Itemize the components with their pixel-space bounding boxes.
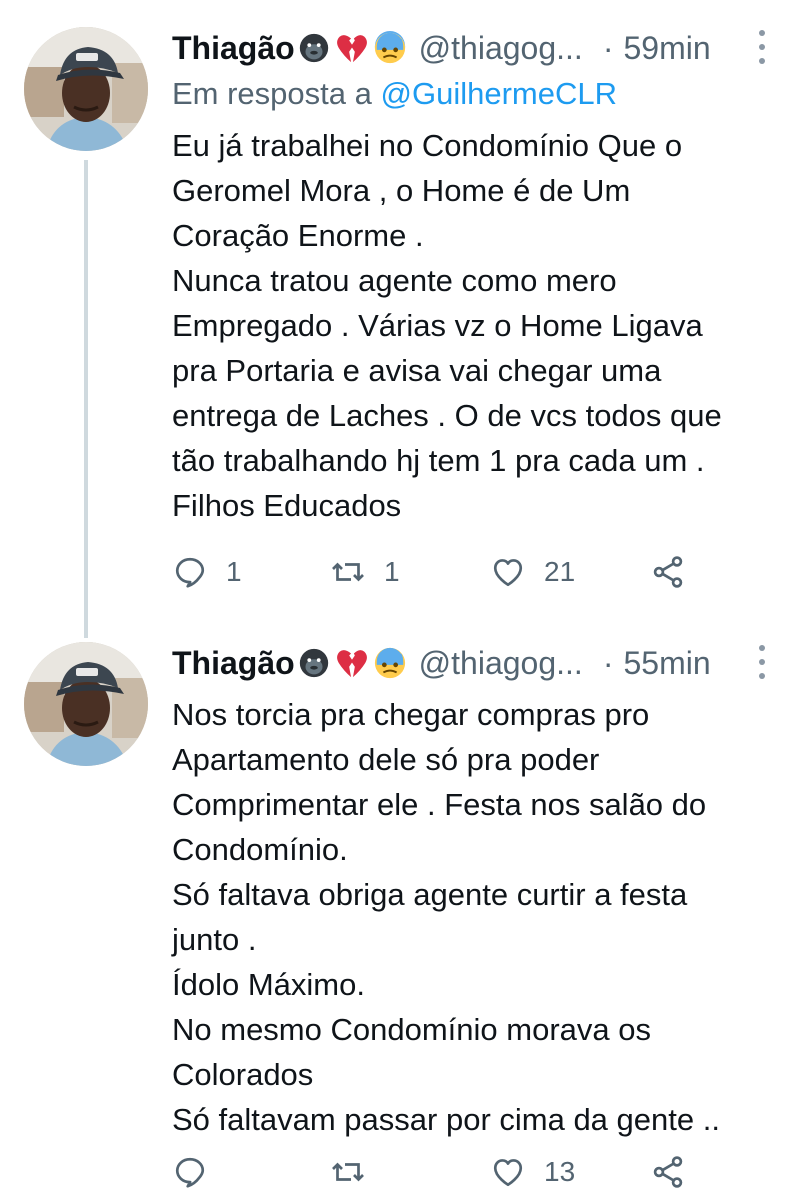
tweet-text-line: junto .	[172, 922, 257, 957]
tweet-text-line: Empregado . Várias vz o Home Ligava	[172, 308, 703, 343]
like-count: 21	[544, 556, 576, 587]
thread-connector-line	[84, 160, 88, 638]
reply-button[interactable]	[172, 1152, 226, 1192]
tweet-text-line: Geromel Mora , o Home é de Um	[172, 173, 631, 208]
tweet-text-line: tão trabalhando hj tem 1 pra cada um .	[172, 443, 705, 478]
share-icon	[653, 1156, 683, 1188]
reply-context: Em resposta a @GuilhermeCLR	[172, 76, 617, 112]
more-options-icon[interactable]	[758, 645, 766, 679]
retweet-count: 1	[384, 556, 400, 587]
tweet-text: Eu já trabalhei no Condomínio Que o Gero…	[172, 123, 782, 528]
broken-heart-emoji-icon	[336, 650, 367, 678]
retweet-icon	[332, 562, 364, 582]
like-button[interactable]: 13	[490, 1152, 575, 1192]
avatar[interactable]	[24, 27, 148, 151]
reply-icon	[175, 557, 205, 588]
heart-icon	[493, 559, 523, 587]
retweet-button[interactable]: 1	[330, 552, 400, 592]
reply-icon	[175, 1157, 205, 1188]
retweet-button[interactable]	[330, 1152, 384, 1192]
tweet-text-line: Só faltava obriga agente curtir a festa	[172, 877, 688, 912]
tweet-text-line: Ídolo Máximo.	[172, 967, 365, 1002]
tweet-text-line: pra Portaria e avisa vai chegar uma	[172, 353, 662, 388]
author-handle[interactable]: @thiagog...	[419, 645, 583, 682]
tweet-text-line: Coração Enorme .	[172, 218, 424, 253]
tweet-1[interactable]: Thiagão @thiagog... · 59min Em resposta …	[0, 0, 808, 638]
avatar[interactable]	[24, 642, 148, 766]
separator-dot: ·	[602, 644, 614, 681]
tweet-text-line: Apartamento dele só pra poder	[172, 742, 600, 777]
tweet-text-line: Condomínio.	[172, 832, 348, 867]
avatar-photo	[24, 27, 148, 151]
tweet-timestamp[interactable]: 55min	[623, 645, 710, 682]
tweet-text-line: Colorados	[172, 1057, 314, 1092]
broken-heart-emoji-icon	[336, 35, 367, 63]
cold-sweat-face-emoji-icon	[374, 31, 405, 64]
gorilla-emoji-icon	[299, 648, 328, 678]
tweet-text-line: entrega de Laches . O de vcs todos que	[172, 398, 722, 433]
reply-button[interactable]: 1	[172, 552, 242, 592]
author-name[interactable]: Thiagão	[172, 30, 295, 67]
tweet-actions: 13	[172, 1152, 692, 1192]
share-icon	[653, 556, 683, 588]
avatar-photo	[24, 642, 148, 766]
tweet-2[interactable]: Thiagão @thiagog... · 55min Nos torcia p…	[0, 630, 808, 1200]
retweet-icon	[332, 1162, 364, 1182]
tweet-actions: 1 1 21	[172, 552, 692, 592]
tweet-text-line: No mesmo Condomínio morava os	[172, 1012, 651, 1047]
tweet-text-line: Comprimentar ele . Festa nos salão do	[172, 787, 707, 822]
tweet-text: Nos torcia pra chegar compras pro Aparta…	[172, 692, 782, 1142]
tweet-text-line: Nos torcia pra chegar compras pro	[172, 697, 650, 732]
share-button[interactable]	[650, 1152, 686, 1192]
tweet-text-line: Nunca tratou agente como mero	[172, 263, 617, 298]
author-handle[interactable]: @thiagog...	[419, 30, 583, 67]
more-options-icon[interactable]	[758, 30, 766, 64]
like-button[interactable]: 21	[490, 552, 575, 592]
tweet-timestamp[interactable]: 59min	[623, 30, 710, 67]
separator-dot: ·	[602, 29, 614, 66]
tweet-header: Thiagão @thiagog... · 55min	[172, 641, 782, 685]
reply-mention-link[interactable]: @GuilhermeCLR	[381, 76, 617, 111]
gorilla-emoji-icon	[299, 33, 328, 63]
share-button[interactable]	[650, 552, 686, 592]
tweet-text-line: Só faltavam passar por cima da gente ..	[172, 1102, 720, 1137]
reply-count: 1	[226, 556, 242, 587]
author-name[interactable]: Thiagão	[172, 645, 295, 682]
reply-prefix: Em resposta a	[172, 76, 372, 111]
tweet-text-line: Filhos Educados	[172, 488, 402, 523]
cold-sweat-face-emoji-icon	[374, 647, 405, 679]
tweet-text-line: Eu já trabalhei no Condomínio Que o	[172, 128, 683, 163]
heart-icon	[493, 1159, 523, 1187]
like-count: 13	[544, 1156, 576, 1187]
tweet-header: Thiagão @thiagog... · 59min	[172, 26, 782, 70]
